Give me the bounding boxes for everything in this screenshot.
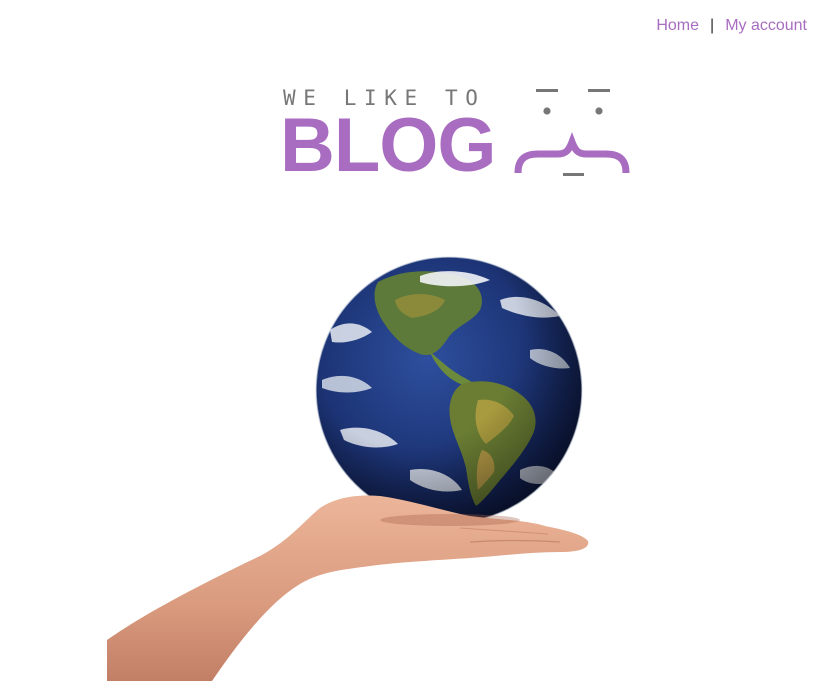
top-navigation: Home | My account: [656, 17, 807, 35]
logo-word: BLOG: [280, 103, 497, 188]
globe-graphic: [315, 256, 583, 524]
nav-separator: |: [710, 17, 715, 34]
hero-image: [107, 256, 589, 681]
hand-graphic: [107, 495, 589, 681]
site-logo[interactable]: WE LIKE TO BLOG: [280, 84, 640, 184]
curly-brace-face-icon: [514, 89, 630, 176]
my-account-link[interactable]: My account: [725, 17, 807, 35]
page: Home | My account WE LIKE TO BLOG: [0, 0, 836, 699]
home-link[interactable]: Home: [656, 17, 699, 35]
